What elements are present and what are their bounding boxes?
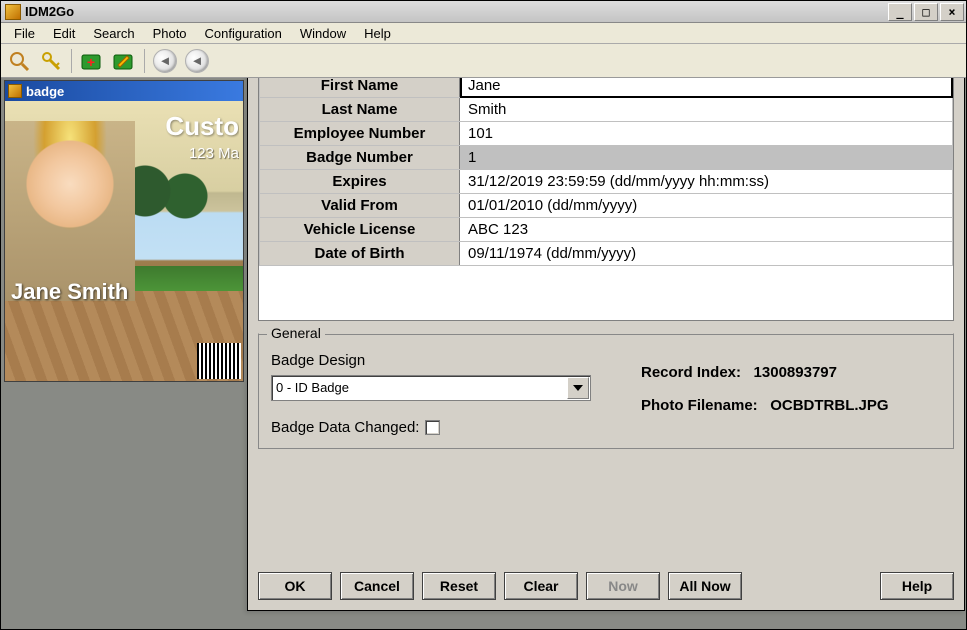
toolbar-key-icon[interactable] (37, 47, 65, 75)
clear-button[interactable]: Clear (504, 572, 578, 600)
table-row: Valid From 01/01/2010 (dd/mm/yyyy) (260, 194, 953, 218)
app-titlebar: IDM2Go _ □ × (1, 1, 966, 23)
cancel-button[interactable]: Cancel (340, 572, 414, 600)
badge-window: badge Custo 123 Ma Jane Smith (4, 80, 244, 382)
mdi-client-area: badge Custo 123 Ma Jane Smith Current Re… (1, 78, 966, 629)
toolbar-separator (144, 49, 145, 73)
dialog-button-row: OK Cancel Reset Clear Now All Now Help (258, 566, 954, 602)
field-label-expires: Expires (260, 170, 460, 194)
badge-design-value: 0 - ID Badge (276, 380, 349, 395)
table-row: Date of Birth 09/11/1974 (dd/mm/yyyy) (260, 242, 953, 266)
close-button[interactable]: × (940, 3, 964, 21)
menu-edit[interactable]: Edit (44, 24, 84, 43)
app-title: IDM2Go (25, 4, 886, 19)
toolbar-separator (71, 49, 72, 73)
field-label-first-name: First Name (260, 78, 460, 98)
field-value-date-of-birth[interactable]: 09/11/1974 (dd/mm/yyyy) (460, 242, 953, 266)
field-value-valid-from[interactable]: 01/01/2010 (dd/mm/yyyy) (460, 194, 953, 218)
table-row: Employee Number 101 (260, 122, 953, 146)
menu-search[interactable]: Search (84, 24, 143, 43)
barcode-icon (197, 343, 241, 379)
badge-data-changed-checkbox[interactable] (425, 420, 440, 435)
field-value-expires[interactable]: 31/12/2019 23:59:59 (dd/mm/yyyy hh:mm:ss… (460, 170, 953, 194)
badge-window-titlebar[interactable]: badge (5, 81, 243, 101)
nav-forward-button[interactable]: ◄ (183, 47, 211, 75)
current-record-dialog: Current Record × First Name Jane Last Na… (247, 78, 965, 611)
menu-file[interactable]: File (5, 24, 44, 43)
general-groupbox: General Badge Design 0 - ID Badge (258, 333, 954, 449)
field-label-date-of-birth: Date of Birth (260, 242, 460, 266)
dropdown-arrow-icon[interactable] (567, 377, 589, 399)
badge-name: Jane Smith (11, 279, 128, 305)
now-button[interactable]: Now (586, 572, 660, 600)
nav-back-button[interactable]: ◄ (151, 47, 179, 75)
toolbar-add-record-icon[interactable]: + (78, 47, 106, 75)
general-legend: General (267, 325, 325, 341)
record-grid: First Name Jane Last Name Smith Employee… (258, 78, 954, 321)
badge-address: 123 Ma (189, 145, 239, 162)
field-value-last-name[interactable]: Smith (460, 98, 953, 122)
help-button[interactable]: Help (880, 572, 954, 600)
reset-button[interactable]: Reset (422, 572, 496, 600)
toolbar-search-icon[interactable] (5, 47, 33, 75)
menubar: File Edit Search Photo Configuration Win… (1, 23, 966, 44)
field-value-badge-number[interactable]: 1 (460, 146, 953, 170)
field-value-first-name[interactable]: Jane (460, 78, 953, 98)
table-row: Vehicle License ABC 123 (260, 218, 953, 242)
table-row: First Name Jane (260, 78, 953, 98)
table-row: Expires 31/12/2019 23:59:59 (dd/mm/yyyy … (260, 170, 953, 194)
maximize-button[interactable]: □ (914, 3, 938, 21)
photo-filename-label: Photo Filename: (641, 397, 758, 414)
menu-photo[interactable]: Photo (144, 24, 196, 43)
badge-heading: Custo (165, 111, 239, 142)
field-label-vehicle-license: Vehicle License (260, 218, 460, 242)
toolbar-edit-record-icon[interactable] (110, 47, 138, 75)
minimize-button[interactable]: _ (888, 3, 912, 21)
svg-text:+: + (87, 54, 95, 70)
all-now-button[interactable]: All Now (668, 572, 742, 600)
record-index-label: Record Index: (641, 364, 741, 381)
field-value-employee-number[interactable]: 101 (460, 122, 953, 146)
field-label-last-name: Last Name (260, 98, 460, 122)
badge-window-title: badge (26, 84, 64, 99)
arrow-left-icon: ◄ (185, 49, 209, 73)
badge-data-changed-label: Badge Data Changed: (271, 419, 419, 436)
table-row: Last Name Smith (260, 98, 953, 122)
menu-configuration[interactable]: Configuration (196, 24, 291, 43)
photo-filename-value: OCBDTRBL.JPG (770, 397, 888, 414)
field-label-employee-number: Employee Number (260, 122, 460, 146)
menu-help[interactable]: Help (355, 24, 400, 43)
app-icon (5, 4, 21, 20)
badge-preview: Custo 123 Ma Jane Smith (5, 101, 243, 381)
badge-design-label: Badge Design (271, 352, 611, 369)
badge-photo (5, 121, 135, 301)
toolbar: + ◄ ◄ (1, 44, 966, 78)
ok-button[interactable]: OK (258, 572, 332, 600)
app-window: IDM2Go _ □ × File Edit Search Photo Conf… (0, 0, 967, 630)
record-index-value: 1300893797 (754, 364, 837, 381)
menu-window[interactable]: Window (291, 24, 355, 43)
field-label-valid-from: Valid From (260, 194, 460, 218)
field-label-badge-number: Badge Number (260, 146, 460, 170)
arrow-left-icon: ◄ (153, 49, 177, 73)
field-value-vehicle-license[interactable]: ABC 123 (460, 218, 953, 242)
table-row: Badge Number 1 (260, 146, 953, 170)
badge-design-select[interactable]: 0 - ID Badge (271, 375, 591, 401)
badge-window-icon (8, 84, 22, 98)
